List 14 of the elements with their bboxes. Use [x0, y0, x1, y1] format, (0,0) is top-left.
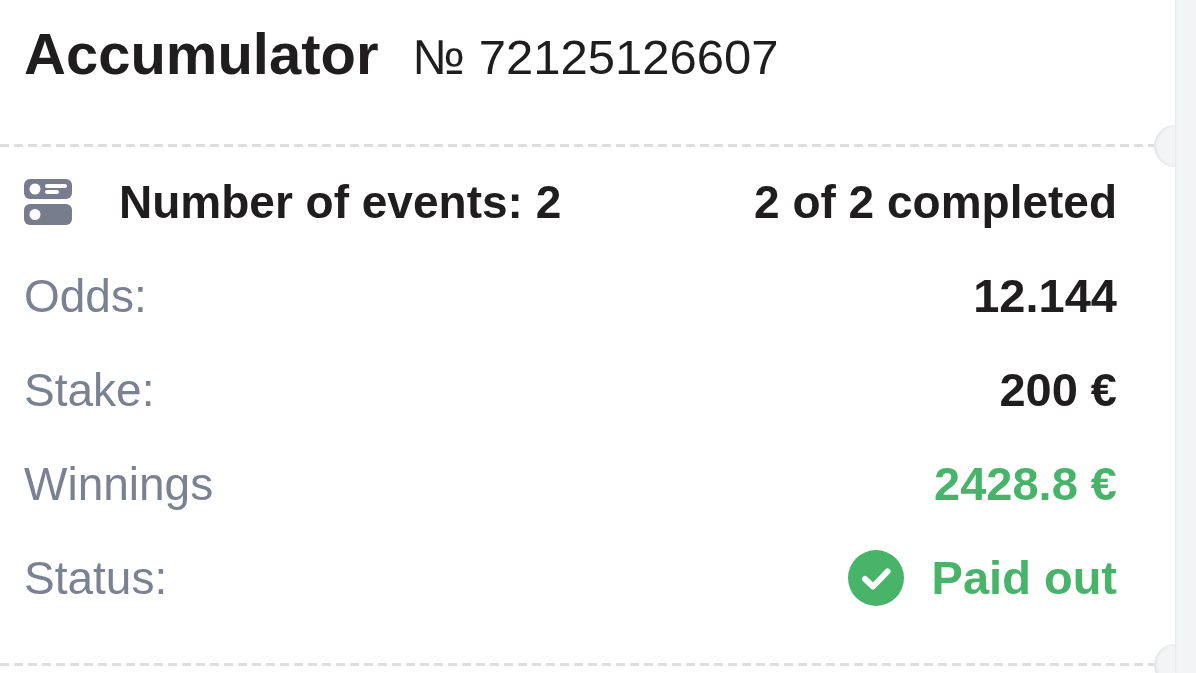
detail-label: Status: [24, 550, 168, 606]
detail-label: Odds: [24, 268, 147, 324]
events-count: Number of events: 2 [119, 174, 562, 230]
detail-label: Stake: [24, 362, 155, 418]
detail-value: 200 € [999, 361, 1117, 418]
detail-label: Winnings [24, 456, 214, 512]
events-summary: 2 of 2 completed [754, 174, 1117, 230]
bet-number: № 72125126607 [412, 33, 779, 82]
bet-type-title: Accumulator [24, 25, 379, 83]
status-value: Paid out [931, 549, 1117, 606]
check-circle-icon [847, 550, 904, 606]
detail-value: 12.144 [973, 267, 1117, 324]
event-list-icon [24, 179, 72, 225]
detail-value: 2428.8 € [934, 455, 1117, 512]
